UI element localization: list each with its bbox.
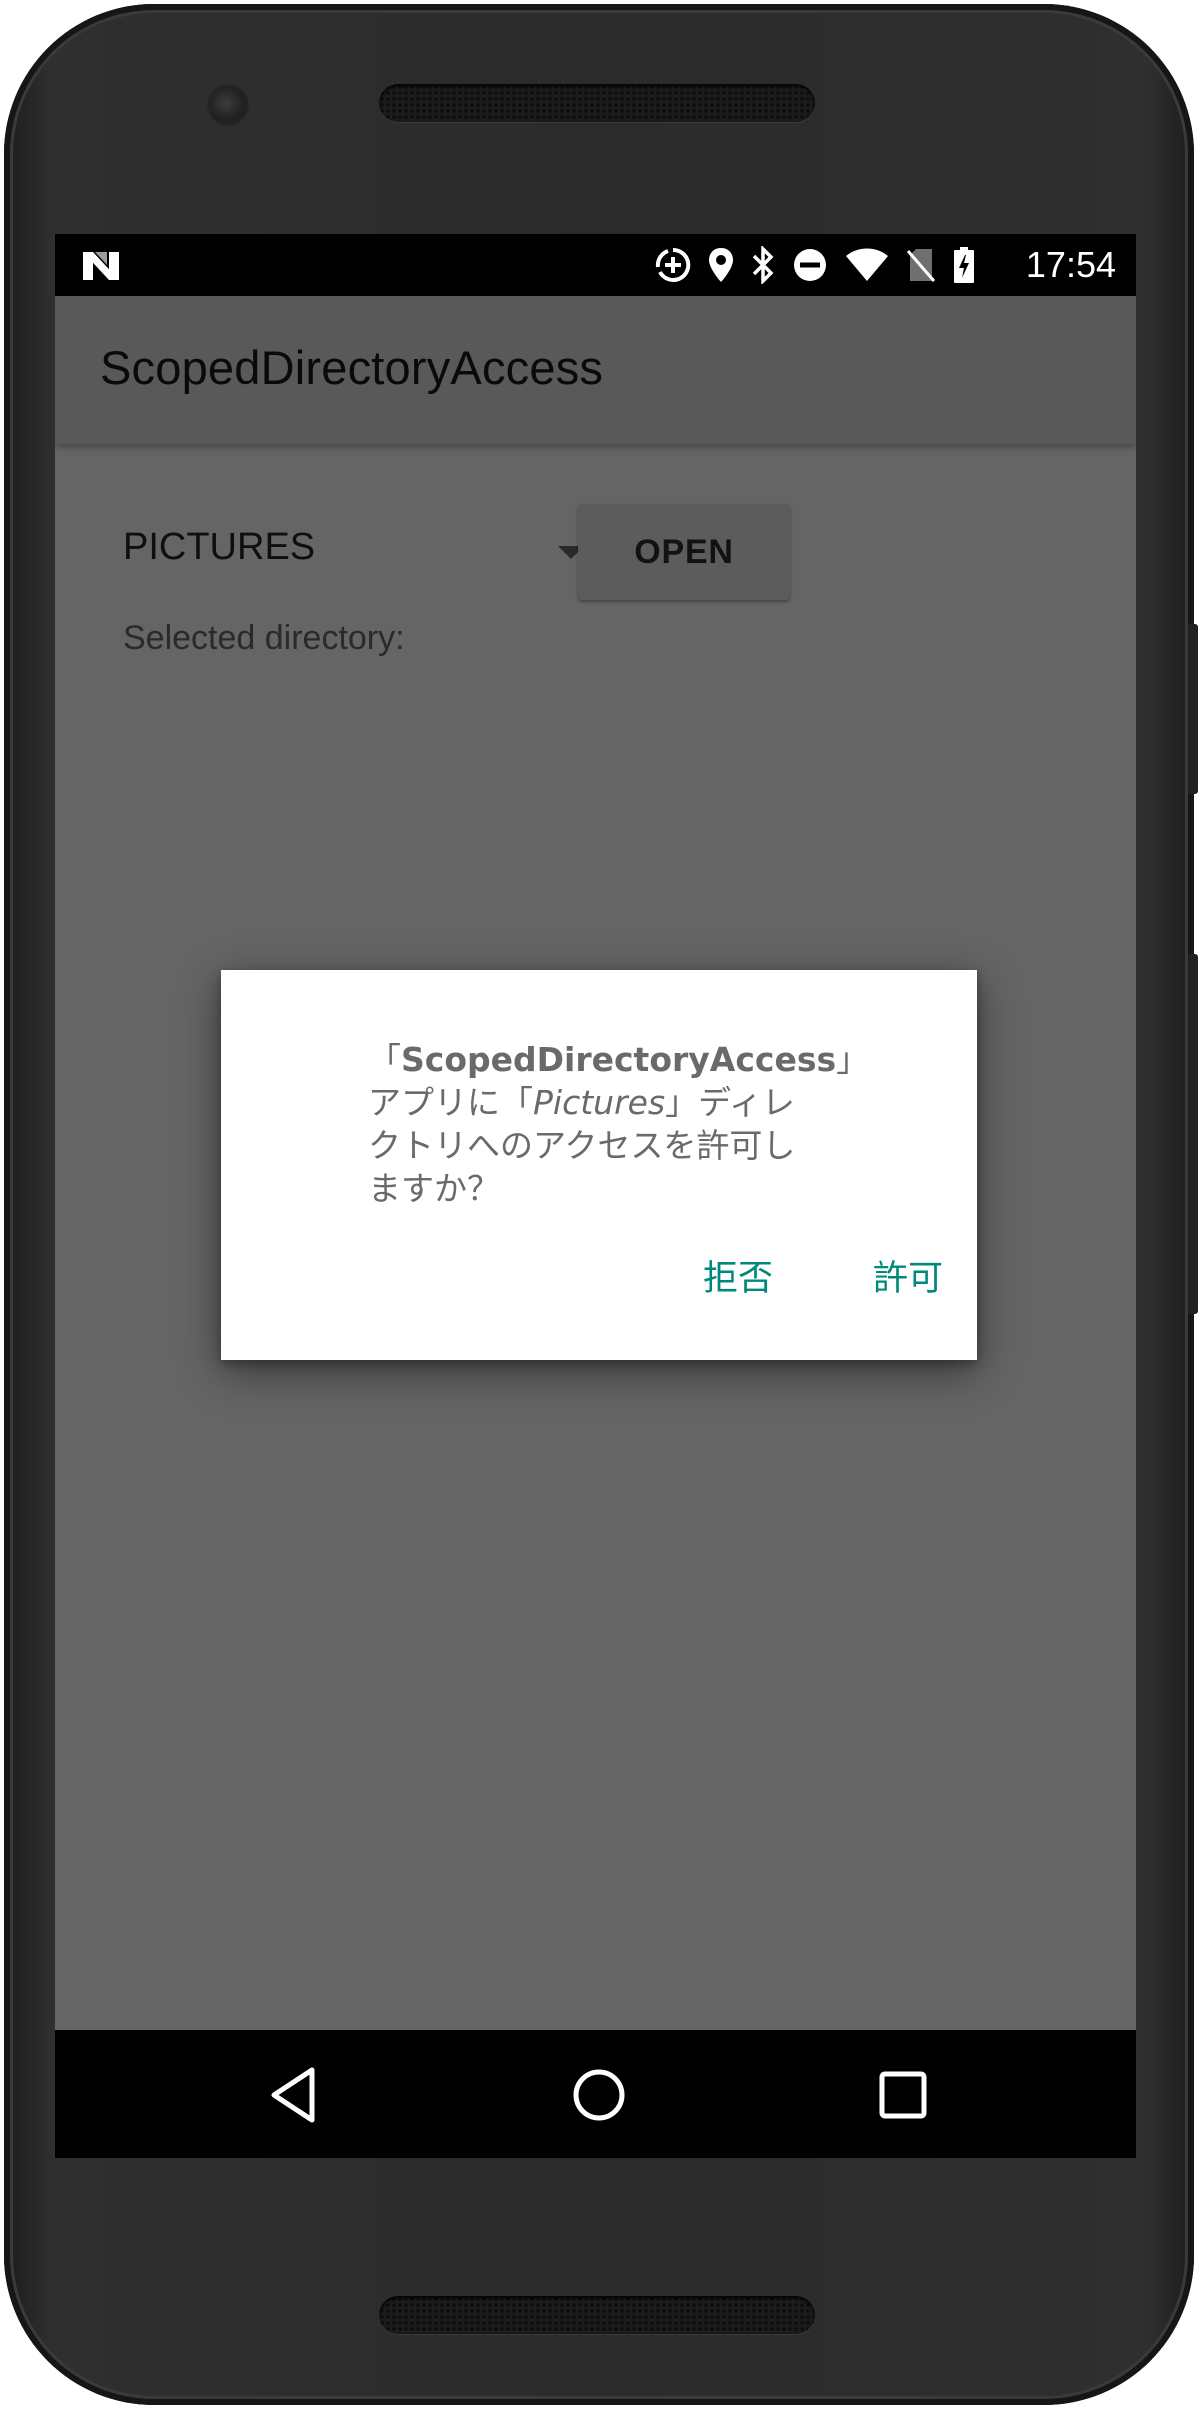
screen: 17:54 ScopedDirectoryAccess PICTURES OPE… <box>55 234 1136 2158</box>
deny-button[interactable]: 拒否 <box>691 1248 785 1310</box>
directory-spinner[interactable]: PICTURES <box>123 514 584 584</box>
volume-button <box>1188 624 1198 794</box>
dialog-message-line-1: 「ScopedDirectoryAccess」 <box>368 1038 870 1081</box>
notification-n-icon <box>83 252 119 280</box>
home-icon[interactable] <box>564 2060 634 2130</box>
phone-frame: 17:54 ScopedDirectoryAccess PICTURES OPE… <box>4 4 1198 2405</box>
dialog-text: アプリに「 <box>368 1083 533 1122</box>
status-clock: 17:54 <box>1025 244 1116 285</box>
dialog-text: 」ディレ <box>665 1083 795 1122</box>
quote-close: 」 <box>836 1040 870 1079</box>
app-bar: ScopedDirectoryAccess <box>55 296 1136 444</box>
selected-directory-label: Selected directory: <box>123 619 405 657</box>
data-saver-icon <box>655 247 691 282</box>
front-camera <box>209 86 247 124</box>
wifi-icon <box>846 248 888 281</box>
quote-open: 「 <box>368 1040 401 1079</box>
location-icon <box>709 248 733 282</box>
allow-button[interactable]: 許可 <box>861 1248 955 1310</box>
spinner-selected-value: PICTURES <box>123 526 316 568</box>
dialog-directory-name: Pictures <box>533 1083 666 1122</box>
do-not-disturb-icon <box>794 249 826 281</box>
back-icon[interactable] <box>260 2060 330 2130</box>
bluetooth-icon <box>752 246 774 284</box>
dialog-message: 「ScopedDirectoryAccess」 アプリに「Pictures」ディ… <box>368 1038 870 1210</box>
top-speaker-grille <box>379 84 815 122</box>
app-title: ScopedDirectoryAccess <box>100 341 604 394</box>
status-bar: 17:54 <box>55 234 1136 296</box>
dialog-message-line-2: アプリに「Pictures」ディレ <box>368 1081 868 1124</box>
open-button[interactable]: OPEN <box>578 504 790 600</box>
recents-icon[interactable] <box>868 2060 938 2130</box>
no-sim-icon <box>906 249 936 282</box>
power-button <box>1188 954 1198 1314</box>
battery-charging-icon <box>954 247 974 283</box>
dialog-app-name: ScopedDirectoryAccess <box>401 1040 837 1079</box>
bottom-speaker-grille <box>379 2296 815 2334</box>
navigation-bar <box>55 2030 1136 2158</box>
dialog-message-line-4: ますか？ <box>368 1169 500 1208</box>
dialog-message-line-3: クトリへのアクセスを許可し <box>368 1126 796 1165</box>
permission-dialog: 「ScopedDirectoryAccess」 アプリに「Pictures」ディ… <box>221 970 977 1360</box>
